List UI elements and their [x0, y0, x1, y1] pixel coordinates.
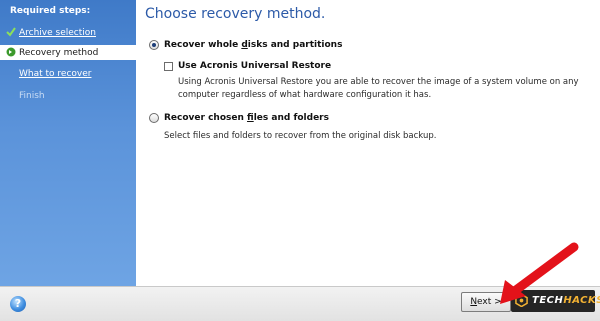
sidebar-item-label: What to recover [19, 68, 92, 79]
recover-files-description: Select files and folders to recover from… [164, 131, 437, 141]
recover-disks-radio[interactable] [149, 40, 159, 50]
sidebar-item-finish: Finish [0, 88, 136, 103]
recover-files-label[interactable]: Recover chosen files and folders [164, 113, 329, 123]
page-title: Choose recovery method. [145, 6, 326, 22]
hexagon-icon [515, 294, 528, 307]
universal-restore-description: Using Acronis Universal Restore you are … [178, 77, 579, 100]
sidebar-item-archive-selection[interactable]: Archive selection [0, 25, 136, 40]
help-icon[interactable]: ? [10, 296, 26, 312]
universal-restore-checkbox[interactable] [164, 62, 173, 71]
universal-restore-label[interactable]: Use Acronis Universal Restore [178, 61, 331, 71]
arrow-right-icon [6, 47, 16, 57]
sidebar-item-label: Recovery method [19, 47, 99, 58]
wizard-sidebar: Required steps: Archive selection Recove… [0, 0, 136, 286]
next-button[interactable]: Next > [461, 292, 511, 312]
watermark-text: TECHHACKS [532, 295, 600, 306]
techhacks-watermark-logo: TECHHACKS [511, 290, 600, 312]
sidebar-heading: Required steps: [10, 6, 91, 16]
checkmark-icon [6, 27, 16, 37]
recover-files-radio[interactable] [149, 113, 159, 123]
recover-disks-label[interactable]: Recover whole disks and partitions [164, 40, 342, 50]
sidebar-item-recovery-method[interactable]: Recovery method [0, 45, 136, 60]
sidebar-item-what-to-recover[interactable]: What to recover [0, 66, 136, 81]
sidebar-item-label: Finish [19, 90, 45, 101]
sidebar-item-label: Archive selection [19, 27, 96, 38]
